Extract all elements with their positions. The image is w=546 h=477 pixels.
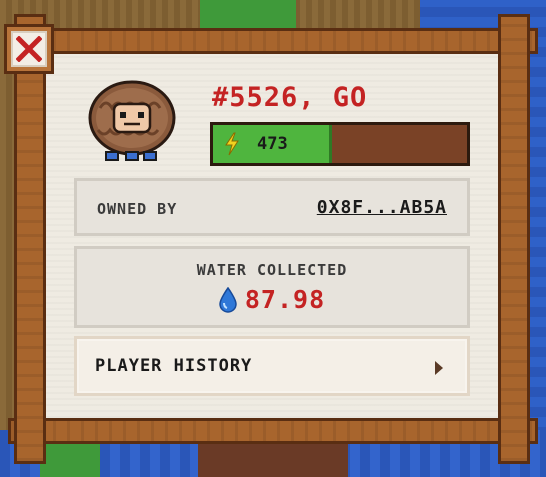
lightning-bolt-icon: [225, 132, 239, 156]
energy-bar: 473: [210, 122, 470, 166]
close-icon: [16, 36, 42, 62]
water-collected-value: 87.98: [244, 285, 326, 314]
character-avatar: [88, 80, 176, 161]
owner-card: OWNED BY 0X8F...AB5A: [74, 178, 470, 236]
chevron-right-icon: [435, 361, 443, 375]
close-button-face: [11, 31, 47, 67]
frame-bottom-beam: [8, 418, 538, 444]
frame-left-post: [14, 14, 46, 464]
dirt-patch-bottom: [198, 440, 348, 477]
owned-by-label: OWNED BY: [97, 200, 178, 218]
energy-value: 473: [257, 134, 288, 154]
player-history-button[interactable]: PLAYER HISTORY: [74, 336, 470, 396]
grass-patch: [200, 0, 296, 30]
water-collected-card: WATER COLLECTED 87.98: [74, 246, 470, 328]
close-button[interactable]: [4, 24, 54, 74]
water-collected-label: WATER COLLECTED: [196, 261, 348, 279]
owner-address-link[interactable]: 0X8F...AB5A: [317, 197, 447, 218]
water-drop-icon: [219, 286, 237, 313]
water-collected-row: 87.98: [77, 285, 467, 314]
character-title: #5526, GO: [212, 82, 368, 113]
player-history-label: PLAYER HISTORY: [95, 356, 253, 376]
frame-top-beam: [8, 28, 538, 54]
frame-right-post: [498, 14, 530, 464]
